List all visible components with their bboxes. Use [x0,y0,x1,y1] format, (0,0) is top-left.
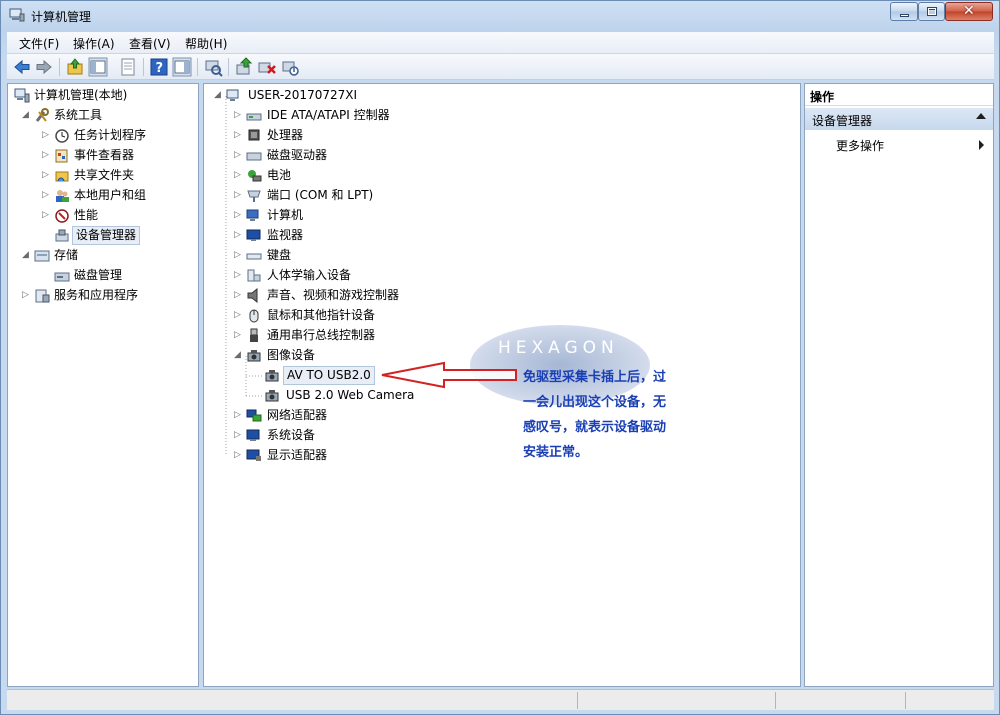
users-icon [56,190,69,202]
menu-view[interactable]: 查看(V) [129,35,171,52]
device-label-selected: AV TO USB2.0 [283,366,375,385]
expand-icon[interactable]: ▷ [42,145,52,165]
annotation-text: 免驱型采集卡插上后，过一会儿出现这个设备，无感叹号，就表示设备驱动安装正常。 [523,370,667,460]
menu-bar: 文件(F) 操作(A) 查看(V) 帮助(H) [7,32,994,53]
status-divider [577,692,578,709]
disable-icon[interactable] [280,57,300,77]
status-divider [775,692,776,709]
expand-icon[interactable]: ▷ [42,185,52,205]
console-tree-pane[interactable]: 计算机管理(本地) ◢ 系统工具 ▷ 任务计划程序 ▷ 事件查看器 ▷ 共享文件… [7,83,199,687]
tree-label: 磁盘管理 [74,268,123,282]
update-driver-icon[interactable] [234,57,254,77]
toolbar: ? [7,54,994,80]
minimize-icon [900,14,909,17]
svg-text:?: ? [156,61,164,76]
maximize-icon [927,7,937,16]
actions-pane: 操作 设备管理器 更多操作 [804,83,994,687]
window-title: 计算机管理 [31,10,92,24]
tree-label: 性能 [74,208,99,222]
status-bar [7,689,994,710]
help-icon[interactable]: ? [149,57,169,77]
device-label: IDE ATA/ATAPI 控制器 [267,108,390,122]
expand-icon[interactable]: ▷ [42,205,52,225]
tree-connector-lines [225,96,262,456]
actions-section-label: 设备管理器 [812,114,873,128]
performance-icon [55,209,69,223]
storage-icon [34,250,50,262]
clock-icon [55,129,69,143]
up-folder-icon[interactable] [65,57,85,77]
shared-folder-icon [55,171,69,182]
show-action-pane-icon[interactable] [172,57,192,77]
event-viewer-icon [55,149,68,163]
tree-label: 服务和应用程序 [54,288,139,302]
toolbar-separator [228,58,229,76]
expand-icon[interactable]: ▷ [42,125,52,145]
status-divider [905,692,906,709]
submenu-arrow-icon [979,140,984,150]
watermark-text: HEXAGON [498,338,619,358]
computer-management-icon [14,88,30,103]
actions-header: 操作 [805,84,993,106]
services-icon [35,289,50,303]
toolbar-separator [143,58,144,76]
uninstall-icon[interactable] [257,57,277,77]
expand-icon[interactable]: ▷ [22,285,32,305]
tree-label: 本地用户和组 [74,188,147,202]
title-bar[interactable]: 计算机管理 ✕ [1,1,999,31]
more-actions-link[interactable]: 更多操作 [836,137,884,154]
maximize-button[interactable] [918,2,945,21]
close-button[interactable]: ✕ [945,2,993,21]
device-label: 声音、视频和游戏控制器 [267,288,400,302]
collapse-up-icon[interactable] [976,113,986,119]
menu-help[interactable]: 帮助(H) [185,35,227,52]
tree-label: 系统工具 [54,108,103,122]
actions-section-device-manager[interactable]: 设备管理器 [805,108,993,130]
toolbar-separator [59,58,60,76]
menu-file[interactable]: 文件(F) [19,35,59,52]
tree-label: 共享文件夹 [74,168,135,182]
toolbar-separator [197,58,198,76]
computer-management-icon [9,8,25,22]
back-icon[interactable] [12,57,32,77]
tools-icon [35,108,49,122]
tree-label-selected: 设备管理器 [72,226,141,245]
scan-hardware-icon[interactable] [203,57,223,77]
show-hide-tree-icon[interactable] [88,57,108,77]
expand-icon[interactable]: ▷ [42,165,52,185]
disk-icon [54,272,70,282]
properties-icon[interactable] [118,57,138,77]
collapse-icon[interactable]: ◢ [22,245,32,265]
menu-action[interactable]: 操作(A) [73,35,115,52]
red-arrow-icon [381,361,517,389]
device-manager-icon [55,229,69,242]
collapse-icon[interactable]: ◢ [22,105,32,125]
close-icon: ✕ [963,3,975,19]
minimize-button[interactable] [890,2,918,21]
tree-label: 存储 [54,248,79,262]
tree-label: 事件查看器 [74,148,135,162]
tree-label: 计算机管理(本地) [34,88,128,102]
tree-label: 任务计划程序 [74,128,147,142]
forward-icon[interactable] [34,57,54,77]
